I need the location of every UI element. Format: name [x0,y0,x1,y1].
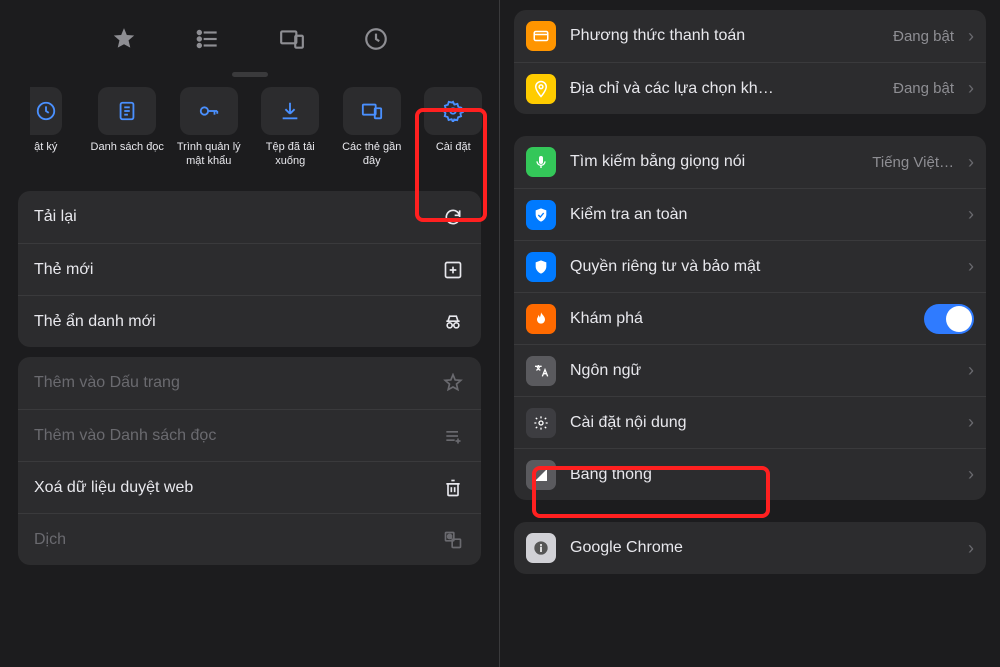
svg-text:G: G [447,534,452,540]
row-discover[interactable]: Khám phá [514,292,986,344]
row-bandwidth[interactable]: Băng thông › [514,448,986,500]
settings-group-main: Tìm kiếm bằng giọng nói Tiếng Việt… › Ki… [514,136,986,500]
translate-icon: G [443,530,463,550]
page-icon [116,100,138,122]
row-payment[interactable]: Phương thức thanh toán Đang bật › [514,10,986,62]
action-label: ật ký [34,141,57,169]
action-history-partial[interactable]: ật ký [6,87,86,169]
row-language[interactable]: Ngôn ngữ › [514,344,986,396]
devices-icon [279,26,305,52]
chevron-right-icon: › [968,152,974,173]
action-bar: ật ký Danh sách đọc Trình quản lý mật kh… [0,87,499,181]
action-password-mgr[interactable]: Trình quản lý mật khẩu [169,87,249,169]
mic-icon [526,147,556,177]
row-privacy[interactable]: Quyền riêng tư và bảo mật › [514,240,986,292]
row-add-bookmark: Thêm vào Dấu trang [18,357,481,409]
row-new-tab[interactable]: Thẻ mới [18,243,481,295]
flame-icon [526,304,556,334]
plus-box-icon [443,260,463,280]
drag-handle[interactable] [232,72,268,77]
chevron-right-icon: › [968,256,974,277]
chevron-right-icon: › [968,412,974,433]
row-google-chrome[interactable]: Google Chrome › [514,522,986,574]
shield-icon [526,252,556,282]
menu-group-2: Thêm vào Dấu trang Thêm vào Danh sách đọ… [18,357,481,565]
star-icon [111,26,137,52]
card-icon [526,21,556,51]
row-safety-check[interactable]: Kiểm tra an toàn › [514,188,986,240]
chevron-right-icon: › [968,26,974,47]
shield-check-icon [526,200,556,230]
tab-history[interactable] [346,18,406,60]
row-reload[interactable]: Tải lại [18,191,481,243]
tab-bookmarks[interactable] [94,18,154,60]
gear-icon [442,100,464,122]
action-recent-tabs[interactable]: Các thẻ gần đây [332,87,412,169]
devices-icon [361,100,383,122]
chevron-right-icon: › [968,78,974,99]
action-label: Trình quản lý mật khẩu [169,141,249,169]
tab-tabs[interactable] [262,18,322,60]
pin-icon [526,74,556,104]
menu-group-1: Tải lại Thẻ mới Thẻ ẩn danh mới [18,191,481,347]
action-downloads[interactable]: Tệp đã tải xuống [251,87,331,169]
chevron-right-icon: › [968,204,974,225]
action-label: Các thẻ gần đây [332,141,412,169]
key-icon [197,100,221,122]
action-reading-list[interactable]: Danh sách đọc [88,87,168,169]
row-clear-data[interactable]: Xoá dữ liệu duyệt web [18,461,481,513]
translate-icon [526,356,556,386]
settings-list: Phương thức thanh toán Đang bật › Địa ch… [500,0,1000,574]
row-address[interactable]: Địa chỉ và các lựa chọn kh… Đang bật › [514,62,986,114]
action-label: Tệp đã tải xuống [251,141,331,169]
chevron-right-icon: › [968,464,974,485]
row-voice-search[interactable]: Tìm kiếm bằng giọng nói Tiếng Việt… › [514,136,986,188]
left-top-tabs [0,0,499,68]
gear-icon [526,408,556,438]
list-icon [195,26,221,52]
history-icon [363,26,389,52]
toggle-discover[interactable] [924,304,974,334]
row-new-incognito[interactable]: Thẻ ẩn danh mới [18,295,481,347]
action-label: Cài đặt [436,141,471,169]
signal-icon [526,460,556,490]
info-icon [526,533,556,563]
settings-group-autofill: Phương thức thanh toán Đang bật › Địa ch… [514,10,986,114]
row-translate: Dịch G [18,513,481,565]
settings-group-about: Google Chrome › [514,522,986,574]
clock-icon [35,100,57,122]
reload-icon [443,207,463,227]
star-outline-icon [443,373,463,393]
incognito-icon [442,312,464,332]
list-add-icon [443,426,463,446]
chevron-right-icon: › [968,360,974,381]
row-content-settings[interactable]: Cài đặt nội dung › [514,396,986,448]
chevron-right-icon: › [968,538,974,559]
trash-icon [443,478,463,498]
download-icon [279,100,301,122]
action-settings[interactable]: Cài đặt [414,87,494,169]
row-add-readinglist: Thêm vào Danh sách đọc [18,409,481,461]
tab-reading-list[interactable] [178,18,238,60]
action-label: Danh sách đọc [91,141,164,169]
